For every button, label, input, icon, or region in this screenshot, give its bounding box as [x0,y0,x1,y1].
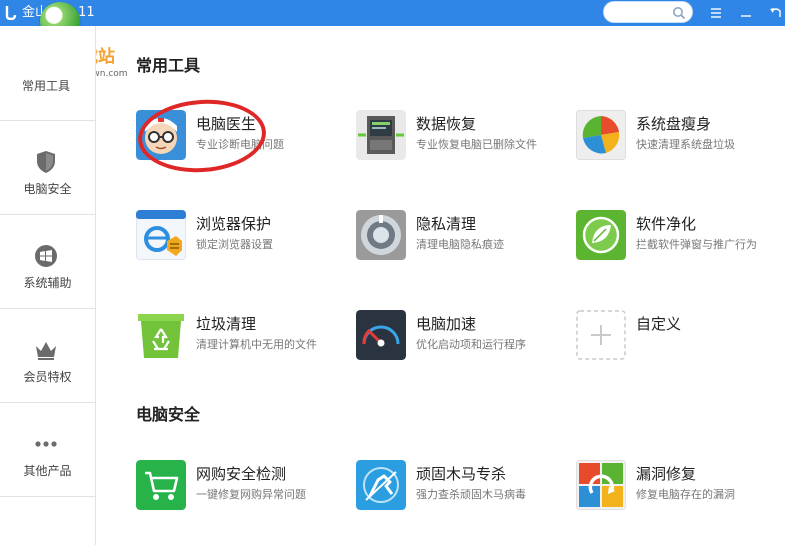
search-icon[interactable] [672,6,686,20]
tool-name: 电脑医生 [196,115,257,133]
sidebar: 常用工具 电脑安全 系统辅助 会员特权 其他产品 [0,26,96,545]
section-title-pc-security: 电脑安全 [136,405,201,424]
vulnerability-fix-icon [576,460,626,510]
crown-icon [36,342,56,360]
tool-desc: 优化启动项和运行程序 [416,338,526,351]
privacy-clean-icon [356,210,406,260]
tool-desc: 专业恢复电脑已删除文件 [416,138,537,151]
search-input[interactable] [603,1,693,23]
tool-desc: 锁定浏览器设置 [196,238,273,251]
trojan-kill-icon [356,460,406,510]
tool-name: 网购安全检测 [196,465,287,483]
sidebar-item-security[interactable]: 电脑安全 [0,121,95,215]
tool-name: 垃圾清理 [196,315,257,333]
tool-desc: 清理电脑隐私痕迹 [416,238,504,251]
tool-trojan-kill[interactable]: 顽固木马专杀 强力查杀顽固木马病毒 [356,460,571,516]
tool-desc: 清理计算机中无用的文件 [196,338,317,351]
tool-desc: 强力查杀顽固木马病毒 [416,488,526,501]
tool-browser-protect[interactable]: 浏览器保护 锁定浏览器设置 [136,210,351,266]
sidebar-item-label: 电脑安全 [23,182,72,196]
menu-icon [711,8,721,18]
tool-name: 数据恢复 [416,115,477,133]
tool-name: 电脑加速 [416,315,477,333]
shield-icon [37,151,55,173]
shopping-cart-icon [136,460,186,510]
disk-slim-icon [576,110,626,160]
tool-pc-speedup[interactable]: 电脑加速 优化启动项和运行程序 [356,310,571,366]
back-button[interactable] [766,3,785,23]
sidebar-item-other-products[interactable]: 其他产品 [0,403,95,497]
doctor-icon [136,110,186,160]
tool-desc: 修复电脑存在的漏洞 [636,488,735,501]
tool-trash-clean[interactable]: 垃圾清理 清理计算机中无用的文件 [136,310,351,366]
tool-name: 浏览器保护 [196,215,272,233]
tool-shopping-safety[interactable]: 网购安全检测 一键修复网购异常问题 [136,460,351,516]
tool-privacy-clean[interactable]: 隐私清理 清理电脑隐私痕迹 [356,210,571,266]
minimize-button[interactable] [736,3,756,23]
tool-desc: 拦截软件弹窗与推广行为 [636,238,757,251]
windows-icon [35,245,57,267]
minimize-icon [741,15,751,17]
sidebar-item-common-tools[interactable]: 常用工具 [22,78,70,94]
tool-pc-doctor[interactable]: 电脑医生 专业诊断电脑问题 [136,110,351,166]
tool-software-purify[interactable]: 软件净化 拦截软件弹窗与推广行为 [576,210,785,266]
tool-vulnerability-fix[interactable]: 漏洞修复 修复电脑存在的漏洞 [576,460,785,516]
tool-name: 软件净化 [636,215,697,233]
menu-button[interactable] [706,3,726,23]
sidebar-item-label: 系统辅助 [23,276,72,290]
tool-data-recovery[interactable]: 数据恢复 专业恢复电脑已删除文件 [356,110,571,166]
tool-name: 漏洞修复 [636,465,697,483]
tool-name: 隐私清理 [416,215,477,233]
speedometer-icon [356,310,406,360]
add-custom-icon [576,310,626,360]
sidebar-item-vip[interactable]: 会员特权 [0,309,95,403]
software-purify-icon [576,210,626,260]
tool-desc: 快速清理系统盘垃圾 [636,138,735,151]
tool-name: 系统盘瘦身 [636,115,712,133]
more-dots-icon [35,441,57,447]
data-recovery-icon [356,110,406,160]
tool-desc: 一键修复网购异常问题 [196,488,306,501]
sidebar-divider [0,496,95,497]
tool-customize[interactable]: 自定义 [576,310,785,366]
sidebar-item-label: 会员特权 [23,370,72,384]
tool-name: 顽固木马专杀 [416,465,507,483]
sidebar-item-system-assist[interactable]: 系统辅助 [0,215,95,309]
browser-protect-icon [136,210,186,260]
back-arrow-icon [770,8,781,17]
sidebar-item-label: 其他产品 [23,464,72,478]
tool-disk-slim[interactable]: 系统盘瘦身 快速清理系统盘垃圾 [576,110,785,166]
trash-clean-icon [138,314,184,358]
section-title-common-tools: 常用工具 [136,56,201,75]
tool-name: 自定义 [636,315,682,333]
tool-desc: 专业诊断电脑问题 [196,138,284,151]
